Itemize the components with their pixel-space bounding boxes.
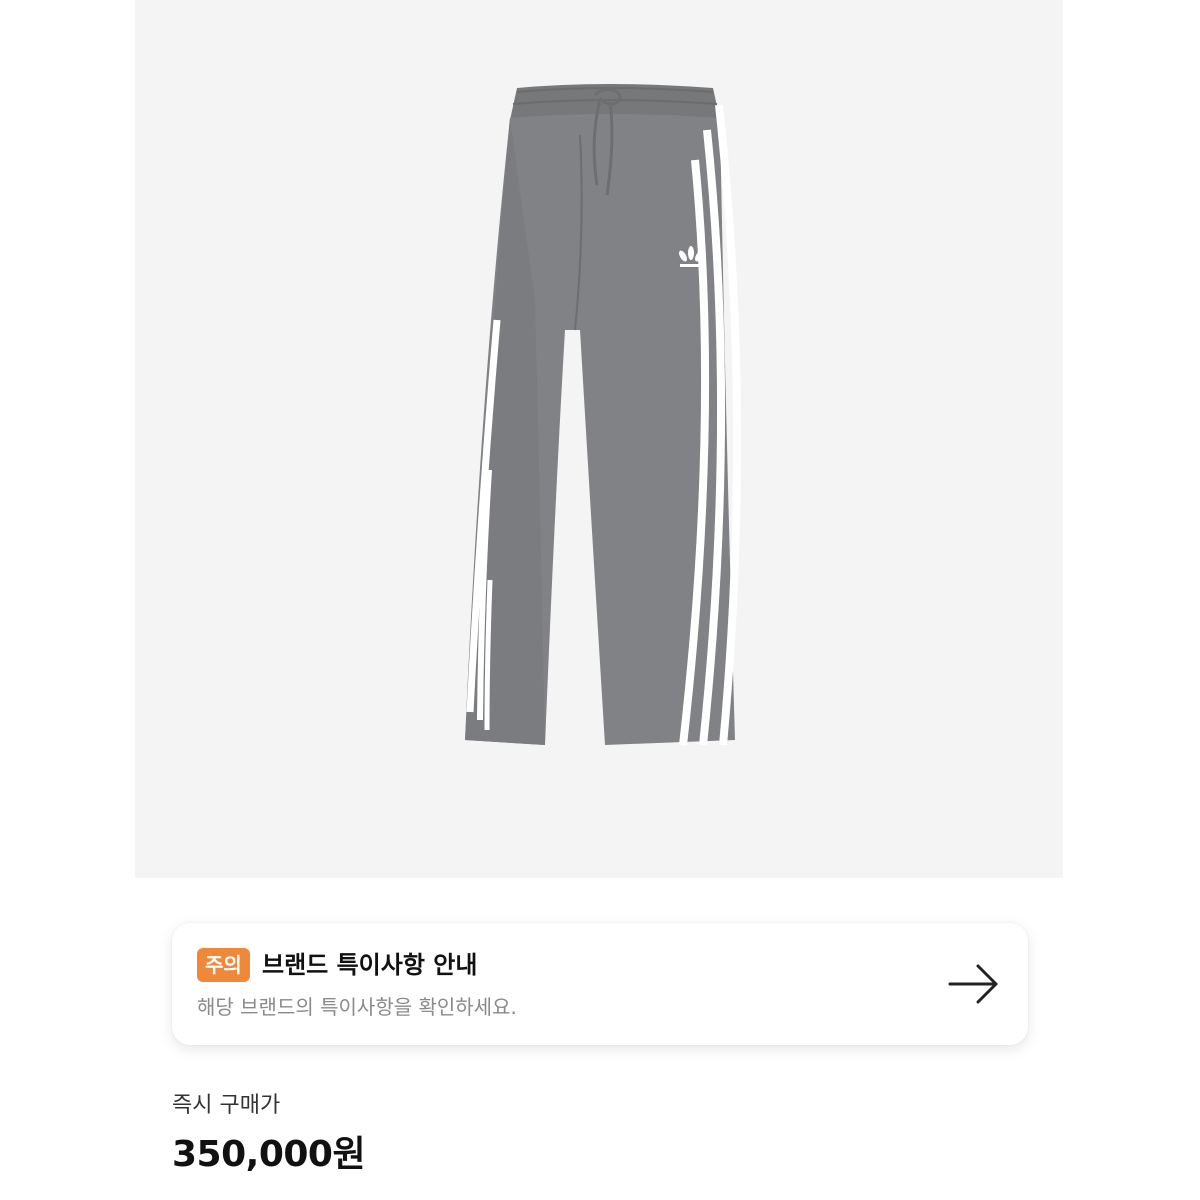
track-pants-illustration <box>465 84 742 746</box>
instant-buy-price-value: 350,000원 <box>172 1134 366 1175</box>
instant-buy-price-label: 즉시 구매가 <box>172 1093 281 1118</box>
product-image[interactable] <box>135 0 1063 878</box>
arrow-right-icon[interactable] <box>946 961 1002 1007</box>
notice-title: 브랜드 특이사항 안내 <box>262 951 478 979</box>
brand-notice-card[interactable]: 주의 브랜드 특이사항 안내 해당 브랜드의 특이사항을 확인하세요. <box>172 923 1028 1045</box>
caution-badge: 주의 <box>197 948 250 982</box>
notice-subtitle: 해당 브랜드의 특이사항을 확인하세요. <box>197 995 517 1019</box>
